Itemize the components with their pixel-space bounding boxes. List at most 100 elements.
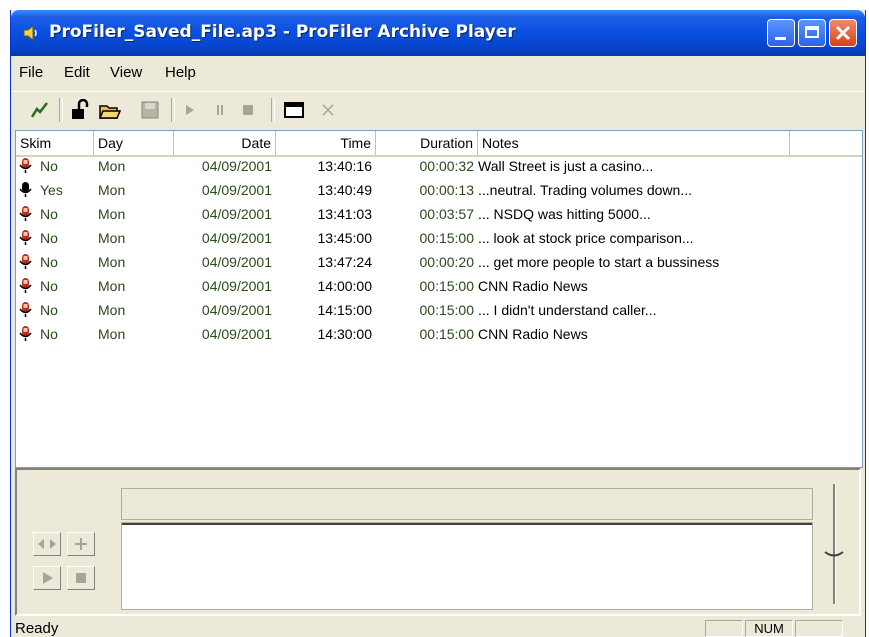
status-panel-empty (795, 620, 843, 637)
status-bar: Ready NUM (11, 620, 865, 637)
column-header-day[interactable]: Day (94, 131, 174, 155)
column-header-date[interactable]: Date (174, 131, 276, 155)
num-lock-indicator: NUM (745, 620, 793, 637)
cell-date: 04/09/2001 (201, 254, 272, 270)
cell-notes: CNN Radio News (478, 278, 588, 294)
cell-time: 14:00:00 (317, 278, 373, 294)
cell-duration: 00:00:13 (419, 182, 475, 198)
cell-notes: ... NSDQ was hitting 5000... (478, 206, 651, 222)
table-row[interactable]: Yes Mon 04/09/2001 13:40:49 00:00:13 ...neutr… (16, 179, 862, 203)
speaker-icon (23, 24, 37, 42)
unlock-icon[interactable] (69, 99, 91, 121)
cell-time: 13:47:24 (317, 254, 373, 270)
cell-date: 04/09/2001 (201, 206, 272, 222)
title-bar[interactable]: ProFiler_Saved_File.ap3 - ProFiler Archi… (11, 10, 865, 56)
add-button[interactable] (67, 532, 95, 556)
column-header-duration[interactable]: Duration (376, 131, 478, 155)
cell-time: 14:30:00 (317, 326, 373, 342)
minimize-button[interactable] (767, 19, 795, 47)
table-row[interactable]: No Mon 04/09/2001 14:30:00 00:15:00 CNN Radio… (16, 323, 862, 347)
red-mic-icon (19, 302, 32, 317)
cell-skim: No (40, 326, 58, 342)
cell-day: Mon (98, 206, 126, 222)
cell-time: 13:40:16 (317, 158, 373, 174)
play-button[interactable] (33, 566, 61, 590)
maximize-button[interactable] (798, 19, 826, 47)
cell-day: Mon (98, 302, 126, 318)
close-x-icon[interactable] (317, 99, 339, 121)
table-row[interactable]: No Mon 04/09/2001 14:00:00 00:15:00 CNN Radio… (16, 275, 862, 299)
save-icon[interactable] (139, 99, 161, 121)
volume-slider-thumb[interactable] (823, 550, 845, 560)
cell-skim: No (40, 278, 58, 294)
cell-skim: Yes (40, 182, 63, 198)
table-row[interactable]: No Mon 04/09/2001 13:41:03 00:03:57... NSDQ … (16, 203, 862, 227)
cell-day: Mon (98, 230, 126, 246)
toolbar-separator (59, 98, 63, 122)
red-mic-icon (19, 158, 32, 173)
skip-button[interactable] (33, 532, 61, 556)
stop-icon[interactable] (237, 99, 259, 121)
black-mic-icon (19, 182, 32, 197)
cell-date: 04/09/2001 (201, 302, 272, 318)
table-row[interactable]: No Mon 04/09/2001 13:47:24 00:00:20... get m… (16, 251, 862, 275)
cell-skim: No (40, 158, 58, 174)
cell-duration: 00:15:00 (419, 302, 475, 318)
info-field (121, 488, 813, 520)
cell-skim: No (40, 230, 58, 246)
toolbar (11, 91, 865, 128)
recordings-list[interactable]: Skim Day Date Time Duration Notes No Mon 0… (15, 130, 863, 468)
column-header-time[interactable]: Time (276, 131, 376, 155)
column-header-notes[interactable]: Notes (478, 131, 790, 155)
table-row[interactable]: No Mon 04/09/2001 13:45:00 00:15:00... look … (16, 227, 862, 251)
cell-date: 04/09/2001 (201, 230, 272, 246)
cell-date: 04/09/2001 (201, 326, 272, 342)
cell-notes: ... get more people to start a bussiness (478, 254, 720, 270)
cell-day: Mon (98, 326, 126, 342)
menu-help[interactable]: Help (165, 64, 196, 81)
cell-date: 04/09/2001 (201, 182, 272, 198)
arrows-icon (38, 539, 56, 549)
window-title: ProFiler_Saved_File.ap3 - ProFiler Archi… (49, 22, 516, 42)
pen-icon[interactable] (29, 99, 51, 121)
cell-duration: 00:00:32 (419, 158, 475, 174)
app-window: ProFiler_Saved_File.ap3 - ProFiler Archi… (10, 10, 866, 637)
table-row[interactable]: No Mon 04/09/2001 13:40:16 00:00:32 Wall Stre… (16, 155, 862, 179)
toolbar-separator (271, 98, 275, 122)
cell-day: Mon (98, 278, 126, 294)
cell-notes: CNN Radio News (478, 326, 588, 342)
cell-skim: No (40, 254, 58, 270)
cell-day: Mon (98, 254, 126, 270)
cell-date: 04/09/2001 (201, 278, 272, 294)
play-icon[interactable] (179, 99, 201, 121)
cell-notes: ...neutral. Trading volumes down... (478, 182, 692, 198)
pause-icon[interactable] (209, 99, 231, 121)
plus-icon (75, 538, 87, 550)
cell-duration: 00:03:57 (419, 206, 475, 222)
cell-notes: ... I didn't understand caller... (478, 302, 657, 318)
red-mic-icon (19, 230, 32, 245)
minimize-icon (775, 37, 786, 40)
open-folder-icon[interactable] (99, 99, 121, 121)
cell-notes: Wall Street is just a casino... (478, 158, 654, 174)
close-icon (835, 25, 851, 41)
stop-button[interactable] (67, 566, 95, 590)
cell-time: 14:15:00 (317, 302, 373, 318)
transcript-area[interactable] (121, 522, 813, 610)
cell-duration: 00:15:00 (419, 278, 475, 294)
maximize-icon (805, 26, 819, 38)
menu-file[interactable]: File (19, 64, 43, 81)
cell-time: 13:40:49 (317, 182, 373, 198)
close-button[interactable] (829, 19, 857, 47)
column-header-skim[interactable]: Skim (16, 131, 94, 155)
volume-slider-track[interactable] (833, 484, 836, 604)
stop-icon (76, 573, 86, 583)
cell-duration: 00:15:00 (419, 326, 475, 342)
cell-notes: ... look at stock price comparison... (478, 230, 694, 246)
status-panel-empty (705, 620, 743, 637)
menu-view[interactable]: View (110, 64, 142, 81)
menu-edit[interactable]: Edit (64, 64, 90, 81)
table-row[interactable]: No Mon 04/09/2001 14:15:00 00:15:00... I did… (16, 299, 862, 323)
window-icon[interactable] (283, 99, 305, 121)
red-mic-icon (19, 206, 32, 221)
